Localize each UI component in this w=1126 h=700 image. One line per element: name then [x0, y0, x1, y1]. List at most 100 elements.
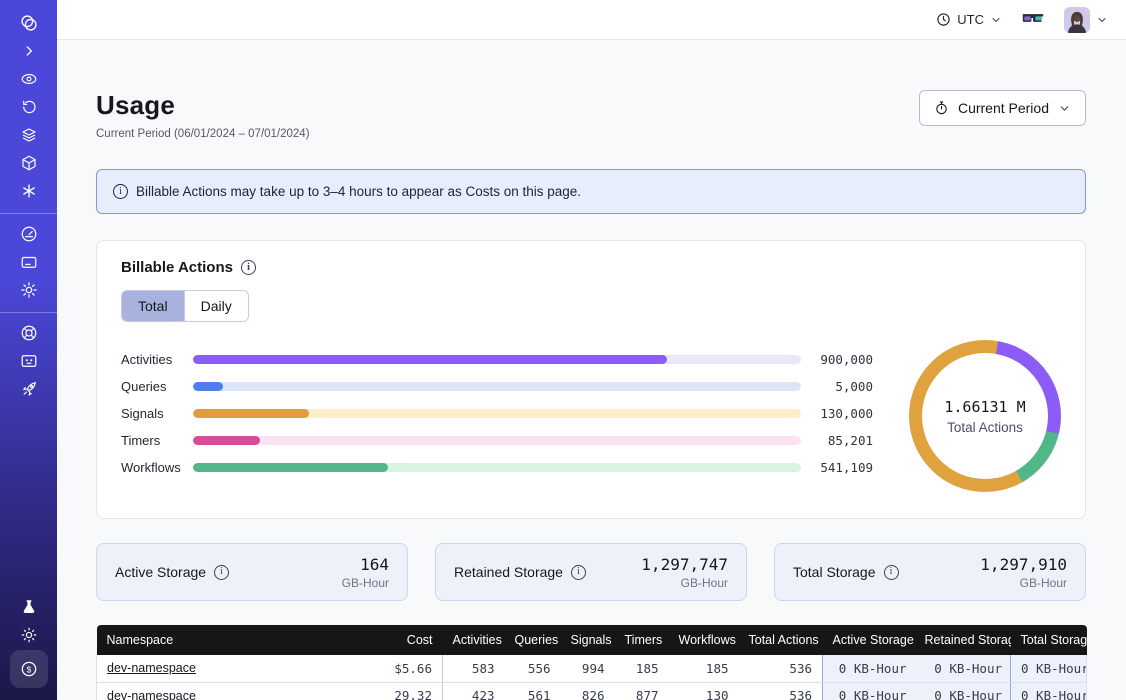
total-storage-value: 1,297,910 — [980, 555, 1067, 574]
bar-value: 5,000 — [801, 379, 873, 394]
period-selector-button[interactable]: Current Period — [919, 90, 1086, 126]
bar-fill — [193, 409, 309, 418]
total-storage-label: Total Storage — [793, 564, 876, 580]
lifebuoy-icon — [20, 324, 38, 342]
chevron-down-icon — [990, 14, 1002, 26]
bar-label: Workflows — [121, 460, 193, 475]
stopwatch-icon — [934, 100, 949, 116]
period-selector-label: Current Period — [958, 100, 1049, 116]
info-icon[interactable]: i — [884, 565, 899, 580]
active-storage-label: Active Storage — [115, 564, 206, 580]
sidebar-item-support[interactable] — [16, 320, 42, 346]
billable-actions-title: Billable Actions — [121, 259, 233, 276]
bar-row-activities: Activities 900,000 — [121, 346, 873, 373]
layers-icon — [20, 126, 38, 144]
info-banner-text: Billable Actions may take up to 3–4 hour… — [136, 184, 581, 199]
donut-caption: Total Actions — [947, 420, 1023, 435]
cell-activities: 423 — [443, 682, 505, 700]
asterisk-icon — [20, 182, 38, 200]
topbar: UTC — [57, 0, 1126, 40]
cell-activities: 583 — [443, 655, 505, 682]
info-icon[interactable]: i — [214, 565, 229, 580]
sidebar-item-history[interactable] — [16, 94, 42, 120]
bar-fill — [193, 382, 223, 391]
col-cost: Cost — [333, 625, 443, 655]
sun-icon — [20, 626, 38, 644]
bar-row-workflows: Workflows 541,109 — [121, 454, 873, 481]
billable-actions-card: Billable Actions i Total Daily Activitie… — [96, 240, 1086, 519]
info-icon: i — [113, 184, 128, 199]
cell-total-actions: 536 — [739, 655, 823, 682]
storage-summary-row: Active Storage i 164 GB-Hour Retained St… — [96, 543, 1086, 601]
col-total-storage: Total Storage — [1011, 625, 1087, 655]
bar-label: Timers — [121, 433, 193, 448]
cell-timers: 877 — [615, 682, 669, 700]
cell-signals: 994 — [561, 655, 615, 682]
clock-icon — [936, 12, 951, 27]
tab-daily[interactable]: Daily — [184, 291, 248, 321]
sidebar-item-asterisk[interactable] — [16, 178, 42, 204]
svg-text:$: $ — [26, 664, 31, 674]
sidebar-item-getting-started[interactable] — [16, 376, 42, 402]
sidebar-item-credits[interactable]: $ — [10, 650, 48, 688]
col-total-actions: Total Actions — [739, 625, 823, 655]
main-content: Usage Current Period (06/01/2024 – 07/01… — [57, 90, 1126, 700]
sidebar-item-theme[interactable] — [16, 622, 42, 648]
chevron-down-icon — [1058, 102, 1071, 115]
col-active-storage: Active Storage — [823, 625, 915, 655]
cell-total-storage: 0 KB-Hour — [1011, 655, 1087, 682]
bar-fill — [193, 463, 388, 472]
sidebar-item-billing[interactable] — [16, 249, 42, 275]
bar-track — [193, 382, 801, 391]
retained-storage-unit: GB-Hour — [641, 576, 728, 590]
table-header-row: Namespace Cost Activities Queries Signal… — [97, 625, 1087, 655]
cell-retained-storage: 0 KB-Hour — [915, 655, 1011, 682]
bar-value: 541,109 — [801, 460, 873, 475]
rocket-icon — [20, 380, 38, 398]
table-row: dev-namespace 29.32 423 561 826 877 130 … — [97, 682, 1087, 700]
sidebar-item-docs[interactable] — [16, 348, 42, 374]
col-namespace: Namespace — [97, 625, 333, 655]
user-menu[interactable] — [1064, 7, 1108, 33]
sidebar: $ — [0, 0, 57, 700]
tab-total[interactable]: Total — [122, 291, 184, 321]
cell-workflows: 130 — [669, 682, 739, 700]
namespace-usage-table: Namespace Cost Activities Queries Signal… — [96, 625, 1087, 700]
preview-features-button[interactable] — [1022, 11, 1044, 28]
cell-workflows: 185 — [669, 655, 739, 682]
temporal-logo[interactable] — [16, 10, 42, 36]
sidebar-item-layers[interactable] — [16, 122, 42, 148]
bar-value: 130,000 — [801, 406, 873, 421]
info-icon[interactable]: i — [571, 565, 586, 580]
total-actions-donut: 1.66131 M Total Actions — [909, 340, 1061, 492]
eye-icon — [20, 70, 38, 88]
sidebar-expand-button[interactable] — [16, 38, 42, 64]
cube-icon — [20, 154, 38, 172]
col-timers: Timers — [615, 625, 669, 655]
glasses-icon — [1022, 11, 1044, 25]
namespace-link[interactable]: dev-namespace — [107, 661, 196, 675]
cell-signals: 826 — [561, 682, 615, 700]
cell-total-storage: 0 KB-Hour — [1011, 682, 1087, 700]
dollar-coin-icon: $ — [19, 659, 39, 679]
cell-timers: 185 — [615, 655, 669, 682]
bar-value: 85,201 — [801, 433, 873, 448]
cell-queries: 556 — [505, 655, 561, 682]
bar-row-queries: Queries 5,000 — [121, 373, 873, 400]
bar-row-signals: Signals 130,000 — [121, 400, 873, 427]
sidebar-item-lab[interactable] — [16, 594, 42, 620]
cell-active-storage: 0 KB-Hour — [823, 655, 915, 682]
terminal-icon — [20, 352, 38, 370]
namespace-link[interactable]: dev-namespace — [107, 689, 196, 700]
timezone-selector[interactable]: UTC — [936, 12, 1002, 27]
chevron-down-icon — [1096, 14, 1108, 26]
sidebar-item-namespaces[interactable] — [16, 66, 42, 92]
bar-value: 900,000 — [801, 352, 873, 367]
billable-actions-bar-chart: Activities 900,000 Queries 5,000 Signals… — [121, 346, 891, 492]
sidebar-item-settings[interactable] — [16, 277, 42, 303]
sidebar-item-usage[interactable] — [16, 221, 42, 247]
history-icon — [20, 98, 38, 116]
sidebar-item-cube[interactable] — [16, 150, 42, 176]
info-icon[interactable]: i — [241, 260, 256, 275]
chevron-right-icon — [22, 44, 36, 58]
